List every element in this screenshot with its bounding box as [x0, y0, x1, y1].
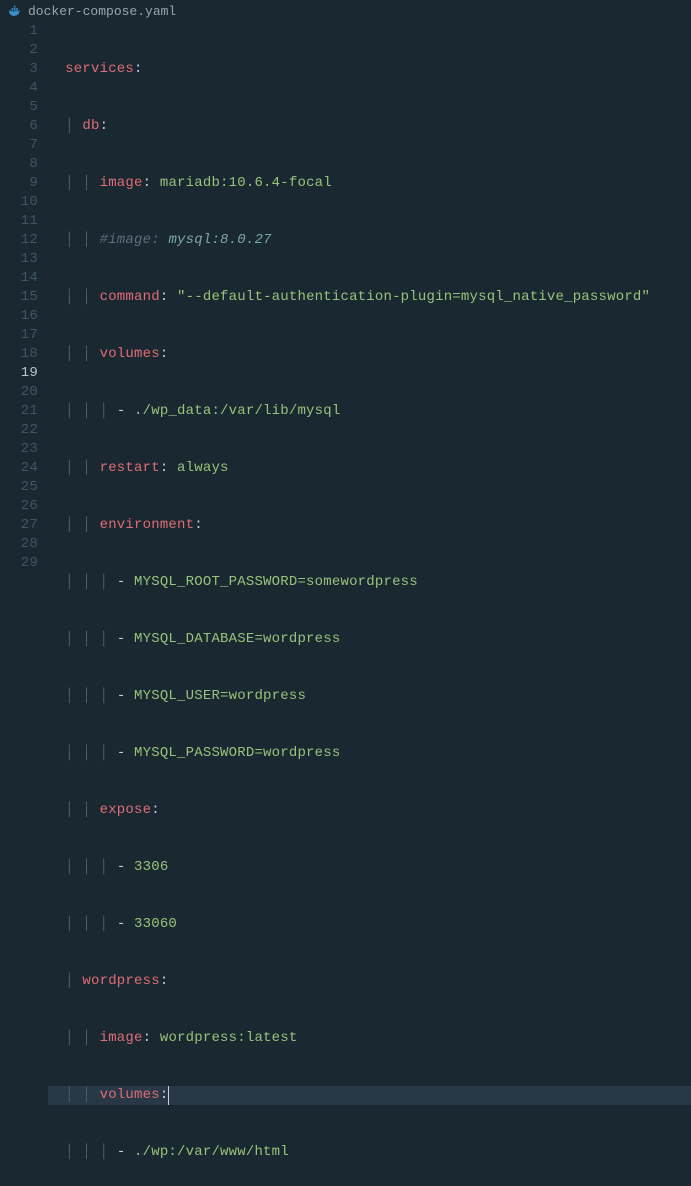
line-number: 15 — [0, 288, 38, 307]
yaml-comment: #image: — [100, 231, 160, 250]
line-number: 8 — [0, 155, 38, 174]
yaml-key: command — [100, 288, 160, 307]
line-number: 9 — [0, 174, 38, 193]
yaml-key: image — [100, 1029, 143, 1048]
line-number: 20 — [0, 383, 38, 402]
yaml-value: 33060 — [134, 915, 177, 934]
line-number: 12 — [0, 231, 38, 250]
yaml-key: services — [65, 60, 134, 79]
line-number: 4 — [0, 79, 38, 98]
yaml-key: wordpress — [82, 972, 159, 991]
line-number: 28 — [0, 535, 38, 554]
line-number: 19 — [0, 364, 38, 383]
yaml-value: 3306 — [134, 858, 168, 877]
line-number: 6 — [0, 117, 38, 136]
line-number: 21 — [0, 402, 38, 421]
yaml-key: image — [100, 174, 143, 193]
yaml-value: "--default-authentication-plugin=mysql_n… — [177, 288, 650, 307]
yaml-value: MYSQL_ROOT_PASSWORD=somewordpress — [134, 573, 418, 592]
yaml-value: MYSQL_USER=wordpress — [134, 687, 306, 706]
line-number: 26 — [0, 497, 38, 516]
yaml-key: environment — [100, 516, 195, 535]
line-number: 24 — [0, 459, 38, 478]
line-number: 3 — [0, 60, 38, 79]
yaml-value: MYSQL_DATABASE=wordpress — [134, 630, 340, 649]
yaml-value: ./wp_data:/var/lib/mysql — [134, 402, 340, 421]
yaml-key: db — [82, 117, 99, 136]
line-number: 13 — [0, 250, 38, 269]
line-number: 25 — [0, 478, 38, 497]
yaml-comment: mysql:8.0.27 — [168, 231, 271, 250]
docker-icon — [8, 4, 22, 18]
editor-tab[interactable]: docker-compose.yaml — [0, 0, 691, 22]
line-number: 7 — [0, 136, 38, 155]
code-content[interactable]: services: │ db: │ │ image: mariadb:10.6.… — [48, 22, 691, 1186]
line-number: 10 — [0, 193, 38, 212]
yaml-value: mariadb:10.6.4-focal — [160, 174, 332, 193]
line-number: 22 — [0, 421, 38, 440]
line-number: 17 — [0, 326, 38, 345]
yaml-key: volumes — [100, 345, 160, 364]
yaml-value: ./wp:/var/www/html — [134, 1143, 289, 1162]
line-number: 16 — [0, 307, 38, 326]
yaml-key: expose — [100, 801, 152, 820]
line-number: 27 — [0, 516, 38, 535]
yaml-value: wordpress:latest — [160, 1029, 298, 1048]
line-number: 11 — [0, 212, 38, 231]
yaml-key: restart — [100, 459, 160, 478]
line-number: 23 — [0, 440, 38, 459]
line-number: 18 — [0, 345, 38, 364]
code-editor[interactable]: 1234567891011121314151617181920212223242… — [0, 22, 691, 1186]
line-number: 2 — [0, 41, 38, 60]
line-number: 14 — [0, 269, 38, 288]
active-line: │ │ volumes: — [48, 1086, 691, 1105]
line-number: 29 — [0, 554, 38, 573]
filename-label: docker-compose.yaml — [28, 4, 176, 19]
line-number-gutter: 1234567891011121314151617181920212223242… — [0, 22, 48, 1186]
yaml-value: always — [177, 459, 229, 478]
yaml-key: volumes — [100, 1086, 160, 1105]
line-number: 5 — [0, 98, 38, 117]
line-number: 1 — [0, 22, 38, 41]
yaml-value: MYSQL_PASSWORD=wordpress — [134, 744, 340, 763]
text-cursor — [168, 1086, 169, 1105]
